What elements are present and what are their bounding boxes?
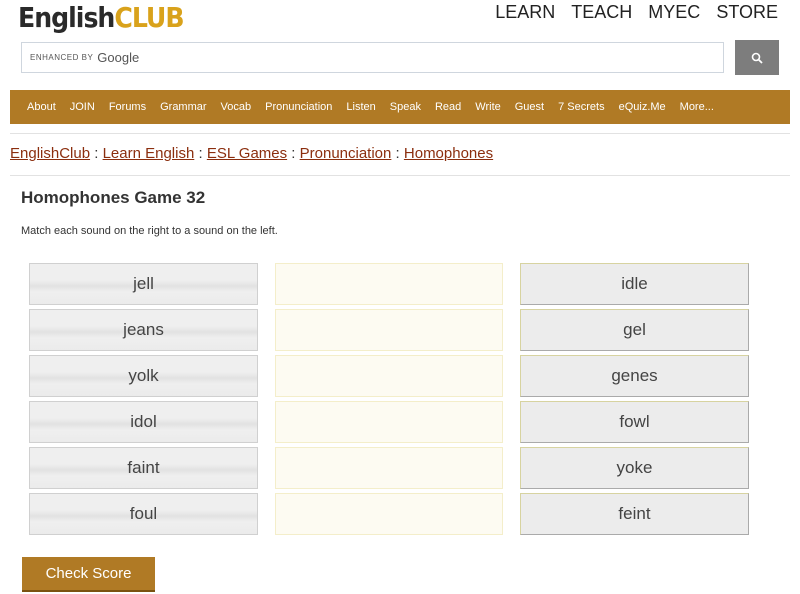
- nav-store[interactable]: STORE: [716, 2, 778, 23]
- menu-item[interactable]: JOIN: [70, 101, 95, 113]
- menu-item[interactable]: Pronunciation: [265, 101, 332, 113]
- nav-myec[interactable]: MYEC: [648, 2, 700, 23]
- englishclub-logo[interactable]: EnglishCLUB: [18, 0, 185, 36]
- search-input[interactable]: ENHANCED BY Google: [21, 42, 724, 73]
- drop-slot[interactable]: [275, 309, 503, 351]
- crumb-link[interactable]: EnglishClub: [10, 145, 90, 162]
- nav-teach[interactable]: TEACH: [571, 2, 632, 23]
- left-word-tile[interactable]: yolk: [29, 355, 258, 397]
- left-word-tile[interactable]: idol: [29, 401, 258, 443]
- drop-slot[interactable]: [275, 401, 503, 443]
- drop-slot[interactable]: [275, 355, 503, 397]
- right-word-tile[interactable]: feint: [520, 493, 749, 535]
- check-score-button[interactable]: Check Score: [22, 557, 155, 592]
- right-word-tile[interactable]: fowl: [520, 401, 749, 443]
- left-word-tile[interactable]: jell: [29, 263, 258, 305]
- menu-item[interactable]: Guest: [515, 101, 544, 113]
- crumb-link[interactable]: ESL Games: [207, 145, 287, 162]
- menu-item[interactable]: Write: [475, 101, 500, 113]
- crumb-link[interactable]: Pronunciation: [300, 145, 392, 162]
- menu-item[interactable]: More...: [680, 101, 714, 113]
- menu-item[interactable]: Speak: [390, 101, 421, 113]
- top-nav: LEARN TEACH MYEC STORE: [495, 2, 778, 23]
- left-word-tile[interactable]: faint: [29, 447, 258, 489]
- right-word-tile[interactable]: genes: [520, 355, 749, 397]
- instructions: Match each sound on the right to a sound…: [21, 225, 278, 237]
- crumb-link[interactable]: Homophones: [404, 145, 493, 162]
- drop-slot[interactable]: [275, 263, 503, 305]
- drop-slot[interactable]: [275, 447, 503, 489]
- right-word-tile[interactable]: gel: [520, 309, 749, 351]
- menu-item[interactable]: Read: [435, 101, 461, 113]
- right-word-tile[interactable]: yoke: [520, 447, 749, 489]
- divider: [10, 133, 790, 134]
- nav-learn[interactable]: LEARN: [495, 2, 555, 23]
- divider: [10, 175, 790, 176]
- menu-item[interactable]: Listen: [346, 101, 375, 113]
- right-word-tile[interactable]: idle: [520, 263, 749, 305]
- main-menu: About JOIN Forums Grammar Vocab Pronunci…: [10, 90, 790, 124]
- drop-slot[interactable]: [275, 493, 503, 535]
- menu-item[interactable]: 7 Secrets: [558, 101, 604, 113]
- menu-item[interactable]: Forums: [109, 101, 146, 113]
- left-word-tile[interactable]: foul: [29, 493, 258, 535]
- menu-item[interactable]: About: [27, 101, 56, 113]
- search-button[interactable]: [735, 40, 779, 75]
- search-icon: [751, 52, 763, 64]
- page-title: Homophones Game 32: [21, 188, 206, 207]
- menu-item[interactable]: eQuiz.Me: [619, 101, 666, 113]
- left-word-tile[interactable]: jeans: [29, 309, 258, 351]
- crumb-link[interactable]: Learn English: [103, 145, 195, 162]
- menu-item[interactable]: Vocab: [221, 101, 252, 113]
- menu-item[interactable]: Grammar: [160, 101, 206, 113]
- breadcrumb: EnglishClub : Learn English : ESL Games …: [10, 145, 494, 162]
